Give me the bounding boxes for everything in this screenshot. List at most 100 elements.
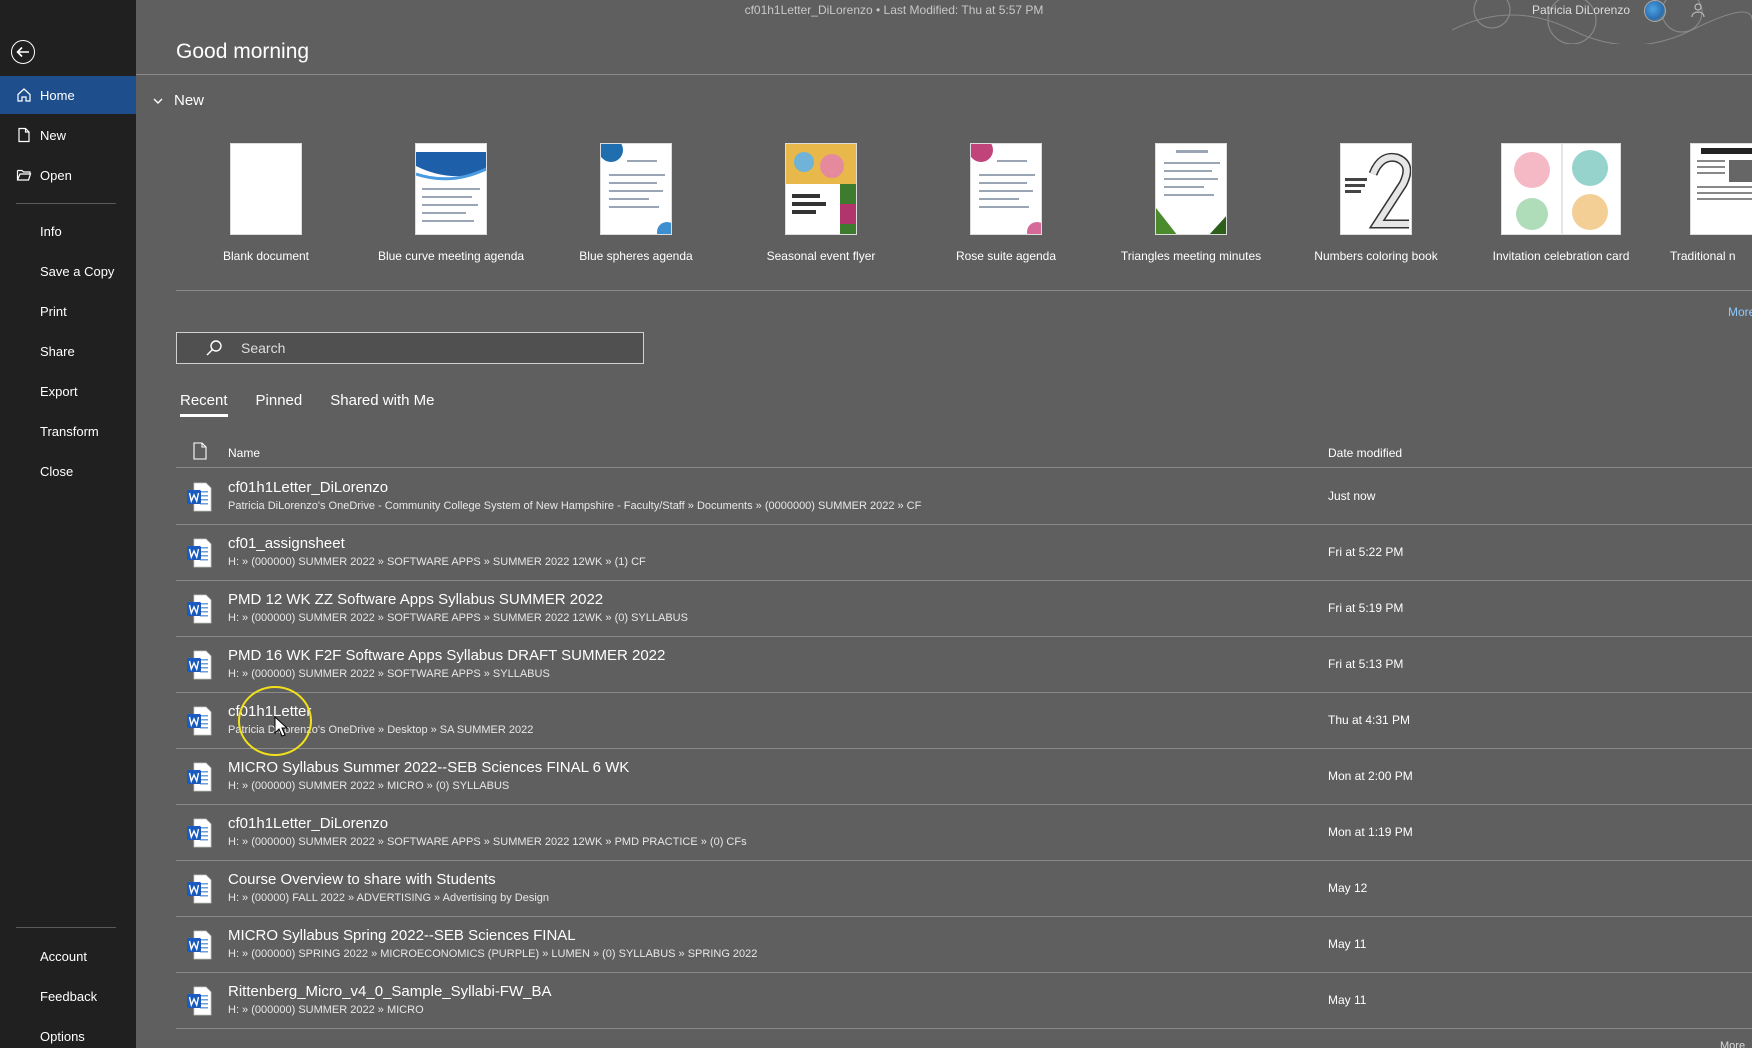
sidebar-item-label: Open [40,167,72,183]
file-name[interactable]: MICRO Syllabus Spring 2022--SEB Sciences… [228,927,576,944]
file-row[interactable]: PMD 12 WK ZZ Software Apps Syllabus SUMM… [176,581,1752,637]
file-date-modified: Just now [1328,489,1376,503]
template-thumbnail [230,143,302,235]
file-tabs: Recent Pinned Shared with Me [180,392,462,417]
sidebar-item-info[interactable]: Info [0,212,136,250]
word-document-icon [187,874,212,904]
file-row[interactable]: cf01_assignsheet H: » (000000) SUMMER 202… [176,525,1752,581]
title-bar: cf01h1Letter_DiLorenzo • Last Modified: … [136,0,1752,44]
file-path: Patricia DiLorenzo's OneDrive - Communit… [228,500,922,512]
home-icon [16,87,32,103]
template-label: Blank document [222,249,310,263]
template-thumbnail [785,143,857,235]
file-name[interactable]: PMD 12 WK ZZ Software Apps Syllabus SUMM… [228,591,603,608]
word-document-icon [187,482,212,512]
template-thumbnail [1501,143,1621,235]
file-date-modified: Fri at 5:19 PM [1328,601,1404,615]
search-box[interactable] [176,332,644,364]
sidebar-item-close[interactable]: Close [0,452,136,490]
template-gallery: Blank document Blue curve meeting agenda… [176,143,1752,268]
template-traditional[interactable]: Traditional n [1656,143,1752,268]
word-document-icon [187,818,212,848]
file-path: H: » (000000) SPRING 2022 » MICROECONOMI… [228,948,758,960]
file-name[interactable]: cf01h1Letter_DiLorenzo [228,815,388,832]
file-date-modified: Mon at 2:00 PM [1328,769,1413,783]
sidebar-item-print[interactable]: Print [0,292,136,330]
sidebar-item-label: Home [40,87,75,103]
file-row[interactable]: PMD 16 WK F2F Software Apps Syllabus DRA… [176,637,1752,693]
sidebar-item-export[interactable]: Export [0,372,136,410]
file-path: H: » (00000) FALL 2022 » ADVERTISING » A… [228,892,550,904]
tab-pinned[interactable]: Pinned [256,392,303,417]
sidebar-item-feedback[interactable]: Feedback [0,977,136,1015]
template-thumbnail [1690,143,1752,235]
file-row[interactable]: cf01h1Letter Patricia DiLorenzo's OneDriv… [176,693,1752,749]
sidebar-item-options[interactable]: Options [0,1017,136,1048]
tab-recent[interactable]: Recent [180,392,228,417]
account-person-icon[interactable] [1690,2,1706,18]
file-date-modified: Mon at 1:19 PM [1328,825,1413,839]
header-divider [136,74,1752,75]
sidebar-item-new[interactable]: New [0,116,136,154]
sidebar-item-transform[interactable]: Transform [0,412,136,450]
file-name[interactable]: MICRO Syllabus Summer 2022--SEB Sciences… [228,759,629,776]
new-section-toggle[interactable]: New [152,92,204,109]
more-templates-link[interactable]: More [1728,305,1752,319]
file-type-icon[interactable] [192,442,208,460]
file-path: H: » (000000) SUMMER 2022 » SOFTWARE APP… [228,668,550,680]
sidebar-item-open[interactable]: Open [0,156,136,194]
name-column-header[interactable]: Name [228,446,260,460]
tab-shared-with-me[interactable]: Shared with Me [330,392,434,417]
file-path: H: » (000000) SUMMER 2022 » SOFTWARE APP… [228,556,646,568]
avatar[interactable] [1644,0,1666,22]
new-document-icon [16,127,32,143]
template-thumbnail [600,143,672,235]
sidebar-item-share[interactable]: Share [0,332,136,370]
word-document-icon [187,594,212,624]
file-row[interactable]: Rittenberg_Micro_v4_0_Sample_Syllabi-FW_… [176,973,1752,1029]
file-date-modified: Fri at 5:13 PM [1328,657,1404,671]
date-modified-column-header[interactable]: Date modified [1328,446,1402,460]
sidebar-item-label: New [40,127,67,143]
file-name[interactable]: cf01_assignsheet [228,535,345,552]
sidebar-item-save-a-copy[interactable]: Save a Copy [0,252,136,290]
file-row[interactable]: Course Overview to share with Students H:… [176,861,1752,917]
sidebar-divider [16,203,116,204]
user-name[interactable]: Patricia DiLorenzo [1532,3,1630,17]
file-date-modified: May 11 [1328,993,1367,1007]
file-path: H: » (000000) SUMMER 2022 » MICRO » (0) … [228,780,510,792]
word-document-icon [187,538,212,568]
file-date-modified: Fri at 5:22 PM [1328,545,1404,559]
template-thumbnail [415,143,487,235]
file-row[interactable]: MICRO Syllabus Summer 2022--SEB Sciences… [176,749,1752,805]
template-label: Seasonal event flyer [766,249,876,263]
more-files-link[interactable]: More [1720,1040,1745,1048]
back-arrow-icon[interactable] [11,40,35,64]
file-row[interactable]: cf01h1Letter_DiLorenzo Patricia DiLorenzo… [176,469,1752,525]
template-label: Rose suite agenda [955,249,1057,263]
file-name[interactable]: Rittenberg_Micro_v4_0_Sample_Syllabi-FW_… [228,983,551,1000]
chevron-down-icon [153,98,163,104]
search-input[interactable] [241,340,621,356]
template-label: Triangles meeting minutes [1120,249,1262,263]
file-name[interactable]: Course Overview to share with Students [228,871,496,888]
sidebar-item-home[interactable]: Home [0,76,136,114]
file-list-header: Name Date modified [176,438,1752,468]
file-name[interactable]: cf01h1Letter_DiLorenzo [228,479,388,496]
document-title: cf01h1Letter_DiLorenzo • Last Modified: … [744,3,1044,17]
file-name[interactable]: PMD 16 WK F2F Software Apps Syllabus DRA… [228,647,665,664]
word-document-icon [187,650,212,680]
template-thumbnail [1155,143,1227,235]
file-row[interactable]: cf01h1Letter_DiLorenzo H: » (000000) SUMM… [176,805,1752,861]
backstage-sidebar: Home New Open Info Save a Copy Print Sha… [0,0,136,1048]
file-row[interactable]: MICRO Syllabus Spring 2022--SEB Sciences… [176,917,1752,973]
word-document-icon [187,762,212,792]
file-path: H: » (000000) SUMMER 2022 » SOFTWARE APP… [228,836,747,848]
mouse-pointer-icon [274,716,288,737]
template-thumbnail [1340,143,1412,235]
word-document-icon [187,706,212,736]
sidebar-item-account[interactable]: Account [0,937,136,975]
template-label: Blue spheres agenda [579,249,693,263]
template-divider [176,290,1752,291]
file-path: H: » (000000) SUMMER 2022 » SOFTWARE APP… [228,612,688,624]
